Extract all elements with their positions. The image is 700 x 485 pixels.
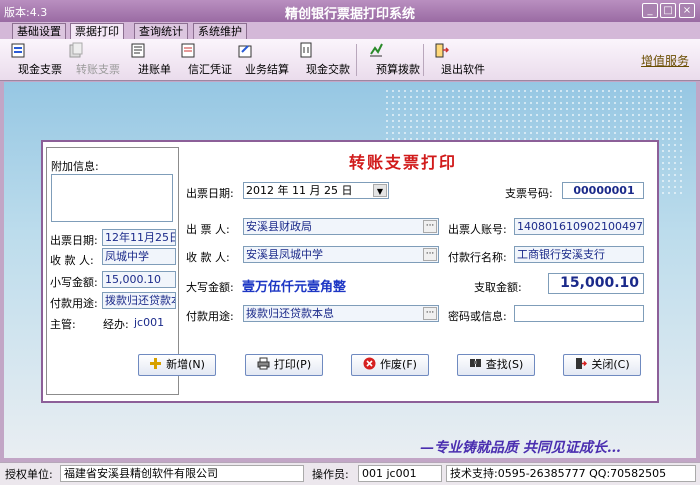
minimize-button[interactable]: _ — [642, 3, 658, 18]
deposit-slip-button[interactable]: 进账单 — [130, 42, 171, 76]
tab-system-maintenance[interactable]: 系统维护 — [193, 23, 247, 39]
issue-date-picker[interactable]: 2012 年 11 月 25 日 ▼ — [243, 182, 389, 199]
left-small-amount-field[interactable]: 15,000.10 — [102, 271, 176, 288]
budget-allocation-button[interactable]: 预算拨款 — [368, 42, 420, 76]
close-button[interactable]: 关闭(C) — [563, 354, 641, 376]
payee-bank-field[interactable]: 工商银行安溪支行 — [514, 246, 644, 263]
status-bar: 授权单位: 福建省安溪县精创软件有限公司 操作员: 001 jc001 技术支持… — [0, 462, 700, 485]
left-date-label: 出票日期: — [50, 234, 98, 247]
exit-door-icon — [576, 358, 588, 369]
transfer-cheque-panel: 附加信息: 出票日期: 12年11月25日 收 款 人: 凤城中学 小写金额: … — [41, 140, 659, 403]
left-payee-field[interactable]: 凤城中学 — [102, 248, 176, 265]
password-field[interactable] — [514, 305, 644, 322]
cash-deposit-button[interactable]: 现金交款 — [298, 42, 350, 76]
void-button[interactable]: 作废(F) — [351, 354, 429, 376]
cash-deposit-icon — [300, 42, 312, 58]
printer-icon — [257, 357, 270, 370]
add-icon — [150, 358, 162, 369]
operator-value: 001 jc001 — [358, 465, 442, 482]
app-window: 版本:4.3 精创银行票据打印系统 _ □ × 基础设置 票据打印 查询统计 系… — [0, 0, 700, 485]
capital-amount-value: 壹万伍仟元壹角整 — [242, 280, 347, 295]
use-label: 付款用途: — [186, 310, 234, 323]
window-title: 精创银行票据打印系统 — [284, 7, 415, 22]
toolbar-separator — [423, 44, 424, 76]
cash-cheque-button[interactable]: 现金支票 — [10, 42, 62, 76]
remittance-voucher-icon — [181, 43, 195, 58]
toolbar: 现金支票 转账支票 进账单 信汇凭证 业务结算 现金交款 预算拨款 退出软件 增… — [0, 39, 700, 81]
left-date-field[interactable]: 12年11月25日 — [102, 229, 176, 246]
operator-label: 操作员: — [312, 468, 349, 481]
drawer-lookup-button[interactable]: ··· — [423, 220, 437, 233]
tech-support-text: 技术支持:0595-26385777 QQ:70582505 — [446, 465, 696, 482]
left-use-field[interactable]: 拨款归还贷款本息 — [102, 292, 176, 309]
left-use-label: 付款用途: — [50, 297, 98, 310]
toolbar-separator — [356, 44, 357, 76]
tab-basic-settings[interactable]: 基础设置 — [12, 23, 66, 39]
close-window-button[interactable]: × — [679, 3, 695, 18]
title-bar: 版本:4.3 精创银行票据打印系统 _ □ × — [0, 0, 700, 22]
manager-label: 主管: — [50, 318, 76, 331]
maximize-button[interactable]: □ — [660, 3, 676, 18]
void-icon — [363, 357, 376, 370]
add-button[interactable]: 新增(N) — [138, 354, 216, 376]
pay-amount-field[interactable]: 15,000.10 — [548, 273, 644, 294]
handler-label: 经办: — [103, 318, 129, 331]
attach-info-input[interactable] — [51, 174, 173, 222]
left-small-amount-label: 小写金额: — [50, 276, 98, 289]
use-field[interactable]: 拨款归还贷款本息 ··· — [243, 305, 439, 322]
password-label: 密码或信息: — [448, 310, 507, 323]
drawer-label: 出 票 人: — [186, 223, 230, 236]
auth-unit-value: 福建省安溪县精创软件有限公司 — [60, 465, 304, 482]
cheque-number-label: 支票号码: — [505, 187, 553, 200]
drawer-account-label: 出票人账号: — [448, 223, 507, 236]
use-lookup-button[interactable]: ··· — [423, 307, 437, 320]
value-added-service-link[interactable]: 增值服务 — [641, 52, 689, 69]
issue-date-label: 出票日期: — [186, 187, 234, 200]
deposit-slip-icon — [131, 43, 145, 58]
auth-unit-label: 授权单位: — [5, 468, 53, 481]
tab-bill-printing[interactable]: 票据打印 — [70, 23, 124, 39]
payee-lookup-button[interactable]: ··· — [423, 248, 437, 261]
transfer-cheque-button[interactable]: 转账支票 — [68, 42, 120, 76]
find-icon — [469, 359, 481, 367]
left-payee-label: 收 款 人: — [50, 254, 94, 267]
attach-info-label: 附加信息: — [51, 160, 99, 173]
exit-software-button[interactable]: 退出软件 — [433, 42, 485, 76]
transfer-cheque-icon — [69, 42, 83, 58]
tab-query-statistics[interactable]: 查询统计 — [134, 23, 188, 39]
chevron-down-icon[interactable]: ▼ — [373, 184, 387, 197]
pay-amount-label: 支取金额: — [474, 281, 522, 294]
business-settlement-icon — [238, 45, 252, 58]
exit-door-icon — [435, 43, 449, 58]
drawer-field[interactable]: 安溪县财政局 ··· — [243, 218, 439, 235]
cheque-number-field[interactable]: 00000001 — [562, 182, 644, 199]
payee-label: 收 款 人: — [186, 251, 230, 264]
find-button[interactable]: 查找(S) — [457, 354, 535, 376]
cash-cheque-icon — [11, 43, 25, 58]
payee-field[interactable]: 安溪县凤城中学 ··· — [243, 246, 439, 263]
slogan-text: —专业铸就品质 共同见证成长… — [420, 440, 621, 456]
module-tabs: 基础设置 票据打印 查询统计 系统维护 — [0, 22, 700, 39]
budget-allocation-icon — [370, 43, 383, 57]
capital-amount-label: 大写金额: — [186, 281, 234, 294]
drawer-account-field[interactable]: 1408016109021004977 — [514, 218, 644, 235]
payee-bank-label: 付款行名称: — [448, 251, 507, 264]
business-settlement-button[interactable]: 业务结算 — [237, 42, 289, 76]
remittance-voucher-button[interactable]: 信汇凭证 — [180, 42, 232, 76]
print-button[interactable]: 打印(P) — [245, 354, 323, 376]
handler-value: jc001 — [134, 316, 165, 329]
